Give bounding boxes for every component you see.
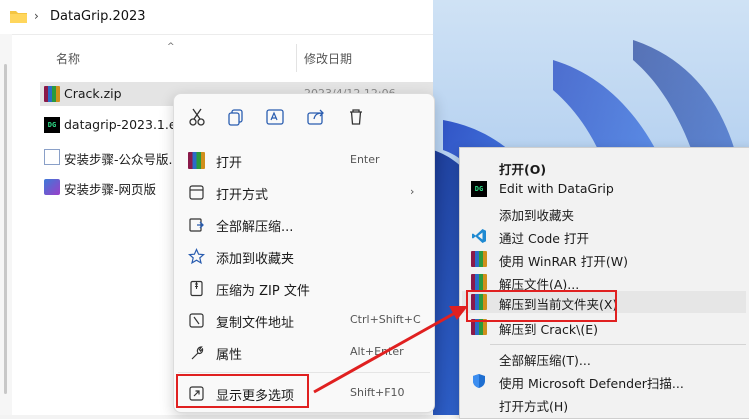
annotation-arrow: [313, 306, 468, 394]
